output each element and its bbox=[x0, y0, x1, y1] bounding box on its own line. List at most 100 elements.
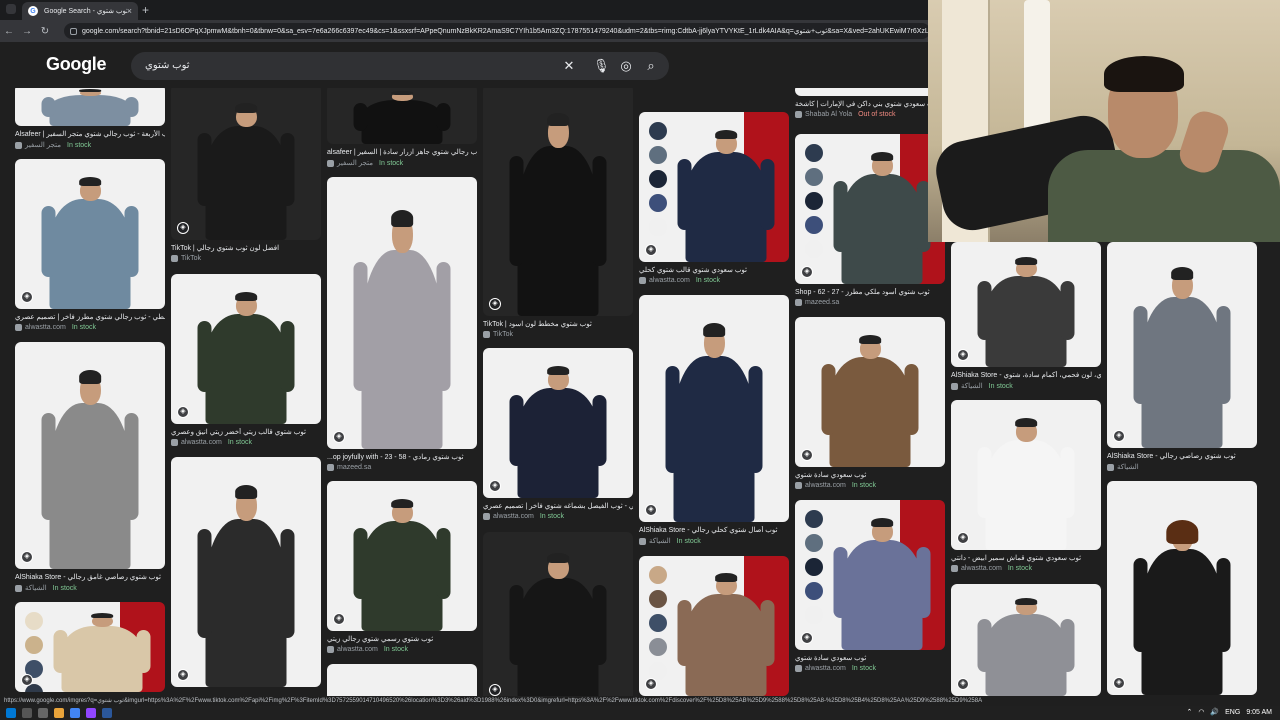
result-thumbnail[interactable]: ◈ bbox=[15, 602, 165, 692]
result-caption[interactable]: alsafeer | ثوب رجالي شتوي جاهز ازرار ساد… bbox=[327, 148, 477, 156]
result-thumbnail[interactable]: ◈ bbox=[795, 500, 945, 650]
result-source[interactable]: mazeed.sa bbox=[795, 299, 845, 306]
chrome-icon[interactable] bbox=[70, 708, 80, 718]
image-result[interactable]: ◈ AlShiaka Store - ثوب شتوي رصاصي رجالي ال… bbox=[1107, 242, 1257, 484]
result-source[interactable]: متجر السفير In stock bbox=[15, 141, 91, 149]
result-thumbnail[interactable]: ◈ bbox=[327, 481, 477, 631]
result-thumbnail[interactable]: ◈ bbox=[1107, 481, 1257, 695]
result-caption[interactable]: Alsafeer | الثياب الأربعة - ثوب رجالي شت… bbox=[15, 130, 165, 138]
result-source[interactable]: alwastta.com In stock bbox=[483, 513, 564, 520]
result-source[interactable]: Shabab Al Yola Out of stock bbox=[795, 111, 895, 118]
image-result[interactable]: ◈ ثوب سعودي شتوي قماش سمير ابيض - دانتي al… bbox=[951, 400, 1101, 586]
google-logo[interactable]: Google bbox=[46, 54, 107, 75]
result-thumbnail[interactable] bbox=[327, 664, 477, 696]
result-caption[interactable]: AlShiaka Store - ثوب شتوي، لون فحمي، أكم… bbox=[951, 371, 1101, 379]
result-caption[interactable]: ثوب سعودي شتوي بني داكن في الإمارات | كا… bbox=[795, 100, 945, 108]
active-tab[interactable]: G Google Search - ثوب شتوي × bbox=[22, 2, 138, 20]
result-caption[interactable]: ثوب سعودي شتوي قماش سمير ابيض - دانتي bbox=[951, 554, 1101, 562]
tab-close-icon[interactable]: × bbox=[127, 6, 132, 16]
result-source[interactable]: الشياكة In stock bbox=[15, 584, 77, 592]
result-caption[interactable]: الوسطي - ثوب رجالي شتوي مطرز فاخر | تصمي… bbox=[15, 313, 165, 321]
result-thumbnail[interactable]: ◈ bbox=[171, 457, 321, 687]
reload-icon[interactable]: ↻ bbox=[36, 26, 54, 37]
image-result[interactable]: ◈ ثوب سعودي سادة شتوي alwastta.com In stock bbox=[795, 317, 945, 503]
result-caption[interactable]: ثوب شتوي رسمي شتوي رجالي زيتي bbox=[327, 635, 477, 643]
result-thumbnail[interactable]: ◈ bbox=[639, 295, 789, 522]
image-result[interactable] bbox=[327, 664, 477, 696]
result-caption[interactable]: AlShiaka Store - ثوب شتوي رصاصي غامق رجا… bbox=[15, 573, 165, 581]
clear-icon[interactable]: ✕ bbox=[561, 58, 577, 74]
result-caption[interactable]: ثوب سعودي شتوي قالب شتوي كحلي bbox=[639, 266, 789, 274]
result-source[interactable]: الشياكة In stock bbox=[951, 382, 1013, 390]
image-result[interactable]: ◈ bbox=[1107, 481, 1257, 696]
result-source[interactable]: متجر السفير In stock bbox=[327, 159, 403, 167]
search-icon[interactable]: ⌕ bbox=[643, 58, 659, 74]
result-caption[interactable]: ثوب شتوي قالب زيتي أخضر زيتي انيق وعصري bbox=[171, 428, 321, 436]
result-thumbnail[interactable]: ◈ bbox=[1107, 242, 1257, 448]
result-thumbnail[interactable]: ◈ bbox=[171, 274, 321, 424]
image-result[interactable]: ◈ AlShiaka Store - ثوب شتوي رصاصي غامق رج… bbox=[15, 342, 165, 605]
search-box[interactable]: ثوب شتوي ✕ 🎙 ◎ ⌕ bbox=[131, 52, 669, 80]
site-info-icon[interactable] bbox=[70, 27, 77, 35]
result-thumbnail[interactable]: ◈ bbox=[951, 242, 1101, 367]
volume-icon[interactable]: 🔊 bbox=[1210, 708, 1219, 716]
result-caption[interactable]: AlShiaka Store - ثوب شتوي رصاصي رجالي bbox=[1107, 452, 1257, 460]
result-thumbnail[interactable] bbox=[327, 88, 477, 144]
image-result[interactable]: ◈ الوسطي - ثوب الفيصل بشماغه شتوي فاخر | … bbox=[483, 348, 633, 534]
back-icon[interactable]: ← bbox=[0, 26, 18, 37]
image-result[interactable]: ◈ AlShiaka Store - ثوب شتوي، لون فحمي، أك… bbox=[951, 242, 1101, 403]
result-source[interactable]: mazeed.sa bbox=[327, 464, 377, 471]
microphone-icon[interactable]: 🎙 bbox=[593, 58, 610, 74]
result-source[interactable]: alwastta.com In stock bbox=[639, 277, 720, 284]
image-result[interactable]: ◈ Shop - 62 - 27 - ثوب شتوي أسود ملكي مطر… bbox=[795, 134, 945, 320]
image-result[interactable]: ◈ bbox=[483, 532, 633, 696]
result-caption[interactable]: الوسطي - ثوب الفيصل بشماغه شتوي فاخر | ت… bbox=[483, 502, 633, 510]
result-caption[interactable]: TikTok | افضل لون ثوب شتوي رجالي bbox=[171, 244, 321, 252]
image-result[interactable]: alsafeer | ثوب رجالي شتوي جاهز ازرار ساد… bbox=[327, 88, 477, 180]
image-result[interactable]: ◈ bbox=[171, 457, 321, 696]
result-thumbnail[interactable]: ◈ bbox=[639, 556, 789, 696]
result-source[interactable]: الشياكة In stock bbox=[639, 537, 701, 545]
word-icon[interactable] bbox=[102, 708, 112, 718]
result-thumbnail[interactable]: ◈ bbox=[795, 317, 945, 467]
chevron-up-icon[interactable]: ⌃ bbox=[1186, 708, 1192, 716]
image-result[interactable]: ◈ bbox=[639, 556, 789, 696]
image-result[interactable]: ◈AlShiaka Store - ثوب شتوي bbox=[15, 602, 165, 696]
result-source[interactable]: TikTok bbox=[171, 255, 207, 262]
image-result[interactable]: ◈ TikTok | ثوب شتوي مخطط لون اسود TikTok bbox=[483, 88, 633, 352]
result-thumbnail[interactable]: ◈ bbox=[483, 532, 633, 696]
file-explorer-icon[interactable] bbox=[54, 708, 64, 718]
clock[interactable]: 9:05 AM bbox=[1246, 709, 1272, 716]
result-thumbnail[interactable] bbox=[15, 88, 165, 126]
result-thumbnail[interactable]: ◈ bbox=[483, 348, 633, 498]
result-source[interactable]: الشياكة bbox=[1107, 463, 1145, 471]
camera-icon[interactable]: ◎ bbox=[618, 58, 634, 74]
result-caption[interactable]: AlShiaka Store - ثوب أصال شتوي كحلي رجال… bbox=[639, 526, 789, 534]
result-thumbnail[interactable]: ◈ bbox=[327, 177, 477, 449]
result-caption[interactable]: TikTok | ثوب شتوي مخطط لون اسود bbox=[483, 320, 633, 328]
image-result[interactable]: ◈ ثوب شتوي قالب زيتي أخضر زيتي انيق وعصري… bbox=[171, 274, 321, 460]
result-caption[interactable]: ثوب سعودي سادة شتوي bbox=[795, 471, 945, 479]
image-result[interactable]: ◈ ثوب سعودي سادة شتوي alwastta.com In stock bbox=[795, 500, 945, 686]
result-source[interactable]: alwastta.com In stock bbox=[795, 665, 876, 672]
result-caption[interactable]: ...op joyfully with - 23 - 58 - ثوب شتوي… bbox=[327, 453, 477, 461]
image-result[interactable]: ◈ bbox=[951, 584, 1101, 696]
result-thumbnail[interactable]: ◈ bbox=[483, 88, 633, 316]
result-thumbnail[interactable]: ◈ bbox=[951, 400, 1101, 550]
result-source[interactable]: alwastta.com In stock bbox=[951, 565, 1032, 572]
result-source[interactable]: alwastta.com In stock bbox=[15, 324, 96, 331]
result-thumbnail[interactable]: ◈ bbox=[795, 134, 945, 284]
result-caption[interactable]: Shop - 62 - 27 - ثوب شتوي أسود ملكي مطرز bbox=[795, 288, 945, 296]
result-thumbnail[interactable]: ◈ bbox=[639, 112, 789, 262]
image-result[interactable]: Alsafeer | الثياب الأربعة - ثوب رجالي شت… bbox=[15, 88, 165, 162]
result-source[interactable]: alwastta.com In stock bbox=[171, 439, 252, 446]
image-result[interactable]: ◈ ثوب شتوي رسمي شتوي رجالي زيتي alwastta.c… bbox=[327, 481, 477, 667]
result-thumbnail[interactable]: ◈ bbox=[15, 342, 165, 569]
result-source[interactable]: alwastta.com In stock bbox=[795, 482, 876, 489]
search-taskbar-icon[interactable] bbox=[22, 708, 32, 718]
image-result[interactable]: ثوب سعودي شتوي بني داكن في الإمارات | كا… bbox=[795, 88, 945, 132]
new-tab-button[interactable]: + bbox=[142, 3, 149, 17]
result-thumbnail[interactable]: ◈ bbox=[951, 584, 1101, 696]
start-icon[interactable] bbox=[6, 708, 16, 718]
forward-icon[interactable]: → bbox=[18, 26, 36, 37]
